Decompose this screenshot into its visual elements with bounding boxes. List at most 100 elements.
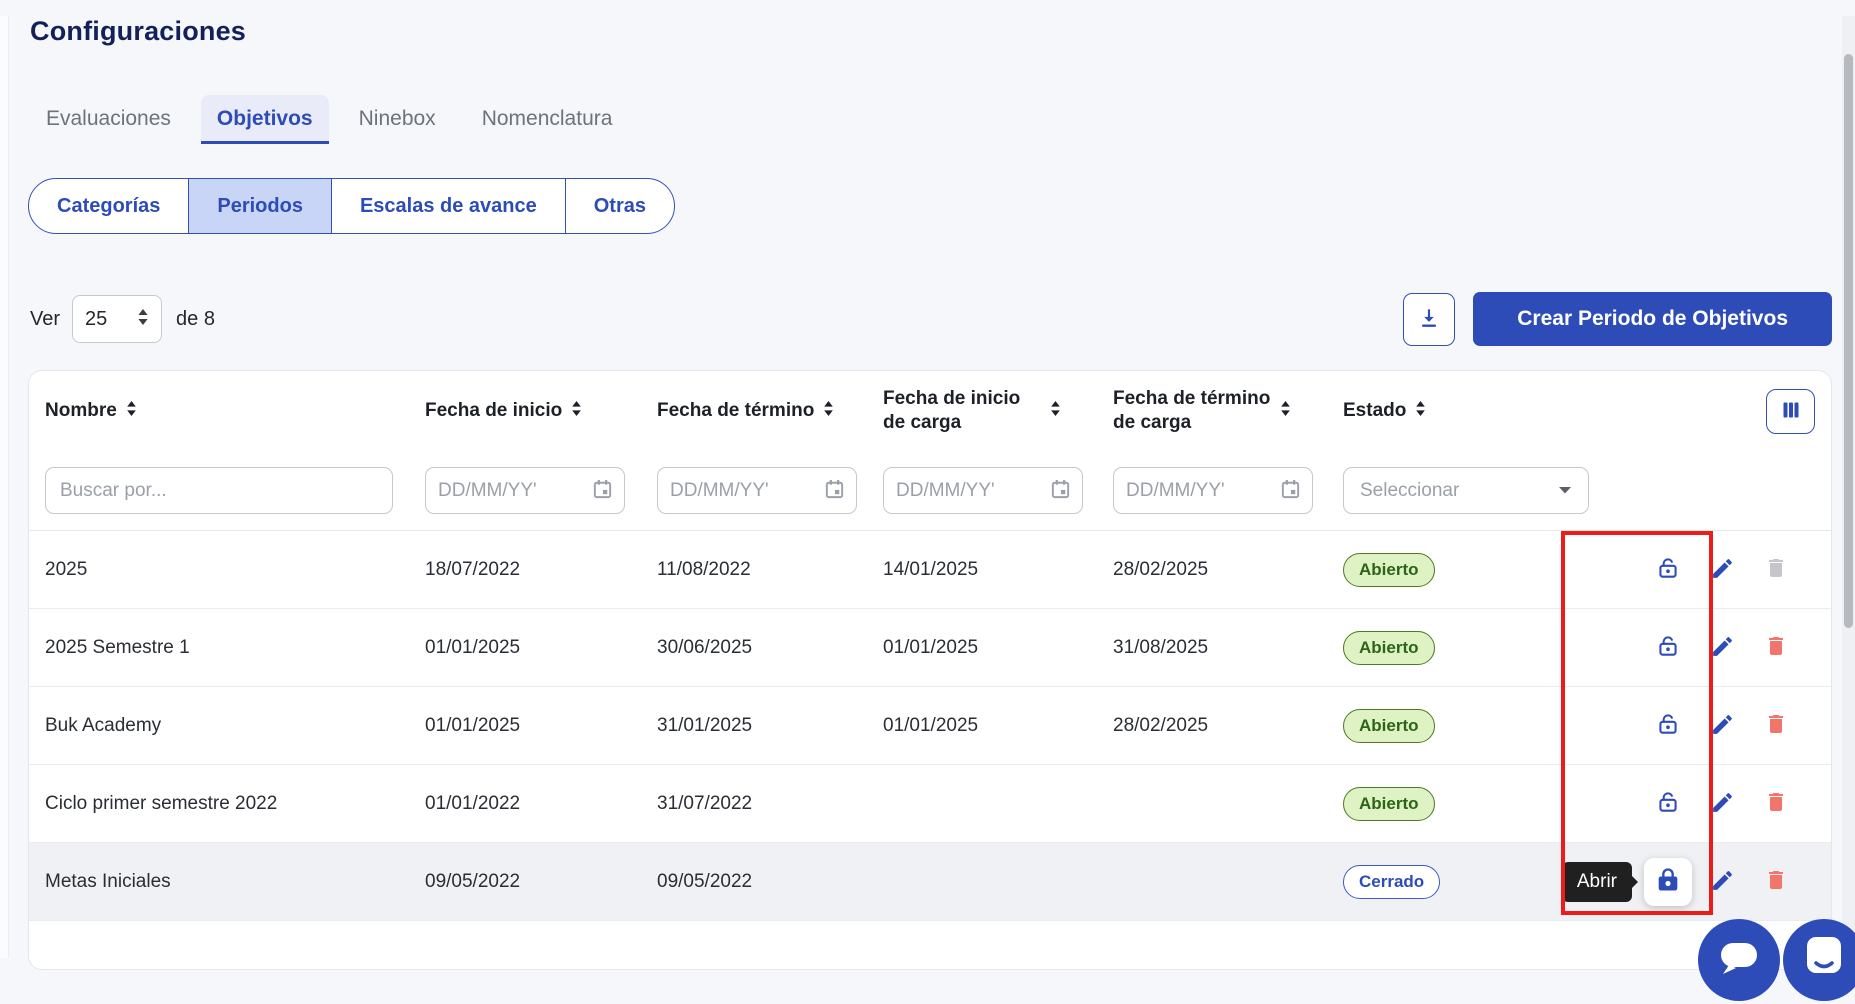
cell-estado: Abierto xyxy=(1327,553,1579,587)
cell-fecha-termino: 11/08/2022 xyxy=(641,559,867,581)
cell-fecha-inicio: 09/05/2022 xyxy=(409,871,641,893)
status-badge: Abierto xyxy=(1343,553,1435,587)
edit-button[interactable] xyxy=(1709,791,1735,817)
cell-fecha-inicio: 01/01/2025 xyxy=(409,637,641,659)
lock-open-icon xyxy=(1655,711,1681,740)
filter-cell-fecha-termino: DD/MM/YY' xyxy=(641,467,867,514)
lock-button[interactable] xyxy=(1655,557,1681,583)
table-row[interactable]: 2025 Semestre 1 01/01/2025 30/06/2025 01… xyxy=(29,609,1831,687)
sort-icon[interactable] xyxy=(1280,400,1291,422)
scrollbar[interactable] xyxy=(1842,16,1855,958)
delete-button[interactable] xyxy=(1763,635,1789,661)
cell-nombre: Buk Academy xyxy=(29,715,409,737)
lock-open-icon xyxy=(1655,633,1681,662)
column-header-fecha-termino-carga[interactable]: Fecha de término de carga xyxy=(1097,387,1327,435)
status-badge: Abierto xyxy=(1343,631,1435,665)
estado-filter-select[interactable]: Seleccionar xyxy=(1343,467,1589,514)
total-label: de 8 xyxy=(176,308,215,331)
edit-button[interactable] xyxy=(1709,635,1735,661)
page-size-select[interactable]: 25 xyxy=(72,295,162,343)
cell-actions xyxy=(1579,557,1831,583)
date-filter-input[interactable]: DD/MM/YY' xyxy=(657,467,857,514)
cell-actions xyxy=(1579,713,1831,739)
date-filter-input[interactable]: DD/MM/YY' xyxy=(883,467,1083,514)
cell-nombre: 2025 xyxy=(29,559,409,581)
lock-open-icon xyxy=(1655,555,1681,584)
table-row[interactable]: Buk Academy 01/01/2025 31/01/2025 01/01/… xyxy=(29,687,1831,765)
cell-inicio-carga: 01/01/2025 xyxy=(867,637,1097,659)
download-button[interactable] xyxy=(1403,293,1455,346)
column-header-nombre[interactable]: Nombre xyxy=(29,399,409,423)
assistant-icon xyxy=(1783,989,1855,1004)
lock-button[interactable] xyxy=(1655,713,1681,739)
main-tabs: Evaluaciones Objetivos Ninebox Nomenclat… xyxy=(30,95,1855,144)
scrollbar-thumb[interactable] xyxy=(1844,54,1853,628)
lock-button[interactable] xyxy=(1655,635,1681,661)
sort-icon[interactable] xyxy=(1050,400,1061,422)
edit-button[interactable] xyxy=(1709,713,1735,739)
cell-estado: Abierto xyxy=(1327,631,1579,665)
tab-nomenclatura[interactable]: Nomenclatura xyxy=(466,95,629,144)
table-row[interactable]: 2025 18/07/2022 11/08/2022 14/01/2025 28… xyxy=(29,531,1831,609)
pill-escalas-de-avance[interactable]: Escalas de avance xyxy=(331,179,565,233)
delete-button[interactable] xyxy=(1763,791,1789,817)
date-filter-input[interactable]: DD/MM/YY' xyxy=(1113,467,1313,514)
sort-icon[interactable] xyxy=(571,400,582,422)
trash-icon xyxy=(1764,556,1788,583)
tab-evaluaciones[interactable]: Evaluaciones xyxy=(30,95,187,144)
cell-fecha-inicio: 01/01/2022 xyxy=(409,793,641,815)
sort-icon[interactable] xyxy=(823,400,834,422)
sort-icon[interactable] xyxy=(1415,400,1426,422)
download-icon xyxy=(1416,305,1442,334)
delete-button[interactable] xyxy=(1763,869,1789,895)
chat-button[interactable] xyxy=(1698,919,1780,1001)
table-row[interactable]: Ciclo primer semestre 2022 01/01/2022 31… xyxy=(29,765,1831,843)
lock-button[interactable] xyxy=(1655,791,1681,817)
tab-objetivos[interactable]: Objetivos xyxy=(201,95,329,144)
pill-periodos[interactable]: Periodos xyxy=(188,179,331,233)
delete-button[interactable] xyxy=(1763,713,1789,739)
column-header-fecha-inicio[interactable]: Fecha de inicio xyxy=(409,399,641,423)
pill-categorias[interactable]: Categorías xyxy=(29,179,188,233)
create-period-button[interactable]: Crear Periodo de Objetivos xyxy=(1473,292,1832,346)
cell-fecha-inicio: 01/01/2025 xyxy=(409,715,641,737)
pencil-icon xyxy=(1710,556,1735,584)
cell-termino-carga: 28/02/2025 xyxy=(1097,715,1327,737)
delete-button[interactable] xyxy=(1763,557,1789,583)
cell-termino-carga: 28/02/2025 xyxy=(1097,559,1327,581)
filter-cell-termino-carga: DD/MM/YY' xyxy=(1097,467,1327,514)
objetivos-sub-tabs: Categorías Periodos Escalas de avance Ot… xyxy=(28,178,675,234)
cell-nombre: Ciclo primer semestre 2022 xyxy=(29,793,409,815)
cell-nombre: 2025 Semestre 1 xyxy=(29,637,409,659)
edit-button[interactable] xyxy=(1709,557,1735,583)
tooltip: Abrir xyxy=(1562,862,1632,902)
column-header-fecha-inicio-carga[interactable]: Fecha de inicio de carga xyxy=(867,387,1097,435)
table-header-row: Nombre Fecha de inicio Fecha de término … xyxy=(29,371,1831,451)
tab-ninebox[interactable]: Ninebox xyxy=(343,95,452,144)
column-settings-button[interactable] xyxy=(1766,389,1815,434)
chevron-down-icon xyxy=(1558,482,1572,500)
lock-closed-icon xyxy=(1654,866,1682,897)
ver-label: Ver xyxy=(30,308,60,331)
table-row[interactable]: Metas Iniciales 09/05/2022 09/05/2022 Ce… xyxy=(29,843,1831,921)
search-input[interactable] xyxy=(45,467,393,514)
header-actions-cell xyxy=(1579,389,1831,434)
cell-estado: Cerrado xyxy=(1327,865,1579,899)
lock-button[interactable]: Abrir xyxy=(1644,858,1692,906)
cell-nombre: Metas Iniciales xyxy=(29,871,409,893)
table-controls: Ver 25 de 8 Crear Periodo de Objetivos xyxy=(30,292,1832,346)
pill-otras[interactable]: Otras xyxy=(565,179,674,233)
cell-actions: Abrir xyxy=(1579,869,1831,895)
date-filter-input[interactable]: DD/MM/YY' xyxy=(425,467,625,514)
periods-table: Nombre Fecha de inicio Fecha de término … xyxy=(28,370,1832,970)
filter-cell-nombre xyxy=(29,467,409,514)
sort-icon[interactable] xyxy=(126,400,137,422)
trash-icon xyxy=(1764,712,1788,739)
up-down-arrows-icon xyxy=(137,308,149,331)
lock-open-icon xyxy=(1655,789,1681,818)
assistant-button[interactable] xyxy=(1783,919,1855,1001)
column-header-fecha-termino[interactable]: Fecha de término xyxy=(641,399,867,423)
column-header-estado[interactable]: Estado xyxy=(1327,399,1579,423)
status-badge: Abierto xyxy=(1343,787,1435,821)
edit-button[interactable] xyxy=(1709,869,1735,895)
